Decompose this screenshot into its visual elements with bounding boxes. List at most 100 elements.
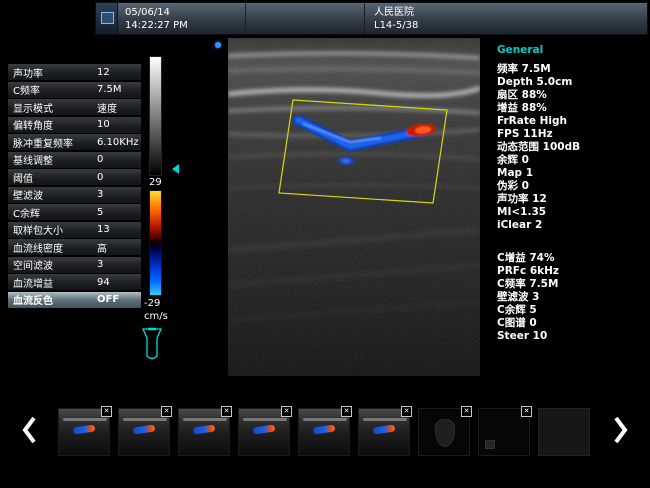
thumbnail-image bbox=[243, 418, 287, 421]
thumbnail-strip: ✕ ✕ ✕ ✕ ✕ ✕ ✕ bbox=[0, 400, 650, 464]
ultrasound-image[interactable] bbox=[228, 38, 480, 376]
param-row-steer-angle[interactable]: 偏转角度10 bbox=[8, 117, 141, 133]
close-icon[interactable]: ✕ bbox=[281, 406, 292, 417]
thumbnail-image bbox=[63, 418, 107, 421]
info-line: 频率 7.5M bbox=[497, 63, 627, 76]
info-line: 扇区 88% bbox=[497, 89, 627, 102]
thumbnail-1[interactable]: ✕ bbox=[58, 408, 110, 456]
param-row-baseline[interactable]: 基线调整0 bbox=[8, 152, 141, 168]
thumbnail-4[interactable]: ✕ bbox=[238, 408, 290, 456]
ultrasound-render bbox=[228, 38, 480, 376]
thumbnail-flow bbox=[253, 425, 276, 435]
param-label: 脉冲重复频率 bbox=[8, 135, 97, 150]
param-label: 偏转角度 bbox=[8, 117, 97, 132]
thumbnail-flow bbox=[133, 425, 156, 435]
param-label: 血流反色 bbox=[8, 292, 97, 307]
param-row-acoustic-power[interactable]: 声功率12 bbox=[8, 64, 141, 80]
close-icon[interactable]: ✕ bbox=[461, 406, 472, 417]
param-label: 血流线密度 bbox=[8, 240, 97, 255]
ultrasound-screen: 05/06/14 14:22:27 PM 人民医院 L14-5/38 声功率12… bbox=[0, 0, 650, 488]
thumbnail-6[interactable]: ✕ bbox=[358, 408, 410, 456]
velocity-unit-label: cm/s bbox=[144, 311, 168, 322]
image-info-panel: General 频率 7.5M Depth 5.0cm 扇区 88% 增益 88… bbox=[497, 44, 627, 343]
param-label: 壁滤波 bbox=[8, 187, 97, 202]
param-row-spatial-filter[interactable]: 空间滤波3 bbox=[8, 257, 141, 273]
info-line: 伪彩 0 bbox=[497, 180, 627, 193]
close-icon[interactable]: ✕ bbox=[161, 406, 172, 417]
grayscale-bar bbox=[149, 56, 162, 176]
param-row-display-mode[interactable]: 显示模式速度 bbox=[8, 99, 141, 115]
velocity-max-label: 29 bbox=[149, 177, 162, 188]
param-row-wall-filter[interactable]: 壁滤波3 bbox=[8, 187, 141, 203]
info-line: 增益 88% bbox=[497, 102, 627, 115]
info-line: iClear 2 bbox=[497, 219, 627, 232]
info-line: 声功率 12 bbox=[497, 193, 627, 206]
param-label: C余辉 bbox=[8, 205, 97, 220]
info-line: FPS 11Hz bbox=[497, 128, 627, 141]
param-label: 阈值 bbox=[8, 170, 97, 185]
param-value: 5 bbox=[97, 207, 141, 218]
param-row-color-invert[interactable]: 血流反色OFF bbox=[8, 292, 141, 308]
next-arrow-icon[interactable] bbox=[614, 416, 628, 448]
small-glyph-icon bbox=[485, 440, 495, 449]
top-status-bar: 05/06/14 14:22:27 PM 人民医院 L14-5/38 bbox=[95, 2, 648, 35]
param-value: 6.10KHz bbox=[97, 137, 141, 148]
param-label: 显示模式 bbox=[8, 100, 97, 115]
thumbnail-image bbox=[183, 418, 227, 421]
param-row-c-persistence[interactable]: C余辉5 bbox=[8, 204, 141, 220]
system-icon bbox=[96, 3, 118, 34]
thumbnail-3[interactable]: ✕ bbox=[178, 408, 230, 456]
focus-marker-icon bbox=[215, 42, 221, 48]
info-line: PRFc 6kHz bbox=[497, 265, 627, 278]
param-value: 3 bbox=[97, 259, 141, 270]
param-row-prf[interactable]: 脉冲重复频率6.10KHz bbox=[8, 134, 141, 150]
param-value: 0 bbox=[97, 154, 141, 165]
color-info-block: C增益 74% PRFc 6kHz C频率 7.5M 壁滤波 3 C余辉 5 C… bbox=[497, 252, 627, 343]
thumbnail-flow bbox=[193, 425, 216, 435]
param-value: 3 bbox=[97, 189, 141, 200]
thumbnail-8[interactable]: ✕ bbox=[478, 408, 530, 456]
probe-silhouette-icon bbox=[435, 419, 455, 447]
param-row-c-frequency[interactable]: C频率7.5M bbox=[8, 82, 141, 98]
info-line: C增益 74% bbox=[497, 252, 627, 265]
param-row-line-density[interactable]: 血流线密度高 bbox=[8, 239, 141, 255]
probe-model: L14-5/38 bbox=[374, 19, 638, 32]
close-icon[interactable]: ✕ bbox=[101, 406, 112, 417]
param-value: OFF bbox=[97, 294, 141, 305]
param-label: 声功率 bbox=[8, 65, 97, 80]
prev-arrow-icon[interactable] bbox=[22, 416, 36, 448]
param-label: 基线调整 bbox=[8, 152, 97, 167]
param-label: 空间滤波 bbox=[8, 257, 97, 272]
param-row-threshold[interactable]: 阈值0 bbox=[8, 169, 141, 185]
close-icon[interactable]: ✕ bbox=[221, 406, 232, 417]
close-icon[interactable]: ✕ bbox=[341, 406, 352, 417]
param-row-packet-size[interactable]: 取样包大小13 bbox=[8, 222, 141, 238]
param-label: 血流增益 bbox=[8, 275, 97, 290]
thumbnail-5[interactable]: ✕ bbox=[298, 408, 350, 456]
velocity-min-label: -29 bbox=[144, 298, 160, 309]
close-icon[interactable]: ✕ bbox=[401, 406, 412, 417]
thumbnail-flow bbox=[313, 425, 336, 435]
preset-title: General bbox=[497, 44, 627, 57]
body-marker-icon bbox=[138, 326, 166, 364]
info-line: 动态范围 100dB bbox=[497, 141, 627, 154]
param-label: 取样包大小 bbox=[8, 222, 97, 237]
info-line: Map 1 bbox=[497, 167, 627, 180]
info-line: Depth 5.0cm bbox=[497, 76, 627, 89]
param-row-color-gain[interactable]: 血流增益94 bbox=[8, 274, 141, 290]
thumbnail-image bbox=[303, 418, 347, 421]
parameter-panel: 声功率12 C频率7.5M 显示模式速度 偏转角度10 脉冲重复频率6.10KH… bbox=[8, 64, 141, 309]
info-line: 余辉 0 bbox=[497, 154, 627, 167]
info-line: FrRate High bbox=[497, 115, 627, 128]
param-value: 高 bbox=[97, 240, 141, 255]
close-icon[interactable]: ✕ bbox=[521, 406, 532, 417]
topbar-spacer bbox=[246, 3, 364, 34]
thumbnail-2[interactable]: ✕ bbox=[118, 408, 170, 456]
datetime-cell: 05/06/14 14:22:27 PM bbox=[118, 3, 246, 34]
thumbnail-7[interactable]: ✕ bbox=[418, 408, 470, 456]
info-line: C余辉 5 bbox=[497, 304, 627, 317]
info-line: MI<1.35 bbox=[497, 206, 627, 219]
time-text: 14:22:27 PM bbox=[125, 19, 238, 32]
param-value: 速度 bbox=[97, 100, 141, 115]
thumbnail-9[interactable] bbox=[538, 408, 590, 456]
